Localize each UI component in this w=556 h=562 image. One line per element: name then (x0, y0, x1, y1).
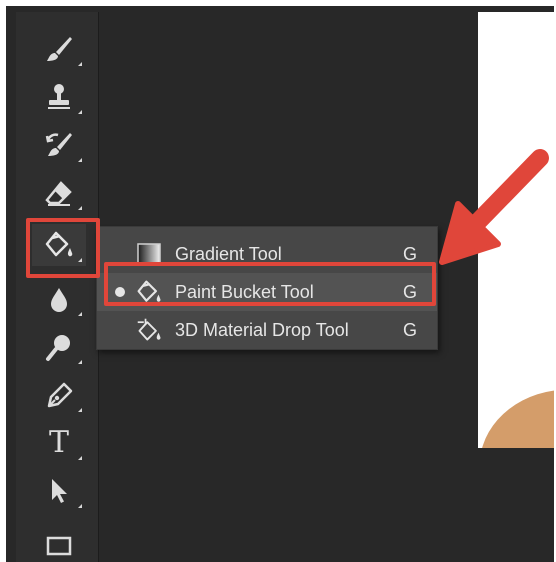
clone-stamp-tool[interactable] (32, 76, 86, 118)
path-selection-icon (52, 479, 67, 503)
clone-stamp-icon (48, 84, 70, 109)
menu-item-paint-bucket-tool[interactable]: Paint Bucket Tool G (97, 273, 437, 311)
type-tool[interactable]: T (32, 422, 86, 464)
tool-group-indicator (78, 504, 82, 508)
pen-tool[interactable] (32, 374, 86, 416)
tool-group-indicator (78, 360, 82, 364)
tool-group-indicator (78, 258, 82, 262)
tools-panel: T (16, 12, 99, 562)
history-brush-tool[interactable] (32, 124, 86, 166)
rectangle-icon (46, 536, 72, 556)
tool-flyout-menu: Gradient Tool G Paint Bucket Tool G 3D M… (96, 226, 438, 350)
rectangle-tool[interactable] (32, 524, 86, 562)
tool-group-indicator (78, 408, 82, 412)
eraser-icon (45, 181, 72, 206)
history-brush-icon (45, 133, 72, 156)
menu-item-gradient-tool[interactable]: Gradient Tool G (97, 235, 437, 273)
menu-item-label: Gradient Tool (175, 243, 282, 264)
tool-group-indicator (78, 456, 82, 460)
menu-item-label: Paint Bucket Tool (175, 281, 314, 302)
paint-bucket-icon (45, 231, 73, 257)
tool-group-indicator (78, 62, 82, 66)
paint-bucket-icon (133, 278, 165, 306)
menu-item-shortcut: G (403, 281, 418, 302)
pen-icon (47, 382, 73, 408)
menu-item-shortcut: G (403, 319, 418, 340)
menu-item-shortcut: G (403, 243, 418, 264)
dodge-icon (46, 335, 70, 361)
photo-content (478, 382, 554, 448)
tool-group-indicator (78, 312, 82, 316)
photoshop-workspace: T Gradient Tool G Paint Bucket Tool G 3D… (6, 6, 554, 562)
eraser-tool[interactable] (32, 172, 86, 214)
menu-item-label: 3D Material Drop Tool (175, 319, 349, 340)
menu-item-3d-material-drop-tool[interactable]: 3D Material Drop Tool G (97, 311, 437, 349)
blur-tool[interactable] (32, 278, 86, 320)
tool-group-indicator (78, 158, 82, 162)
type-icon: T (48, 425, 69, 460)
tool-group-indicator (78, 110, 82, 114)
paint-bucket-tool[interactable] (32, 224, 86, 266)
path-selection-tool[interactable] (32, 470, 86, 512)
blur-icon (51, 288, 67, 312)
dodge-tool[interactable] (32, 326, 86, 368)
material-drop-icon (133, 316, 165, 344)
selected-indicator (115, 287, 125, 297)
gradient-icon (133, 240, 165, 268)
brush-icon (47, 37, 72, 61)
brush-tool[interactable] (32, 28, 86, 70)
annotation-arrow-icon (439, 149, 549, 265)
tool-group-indicator (78, 206, 82, 210)
